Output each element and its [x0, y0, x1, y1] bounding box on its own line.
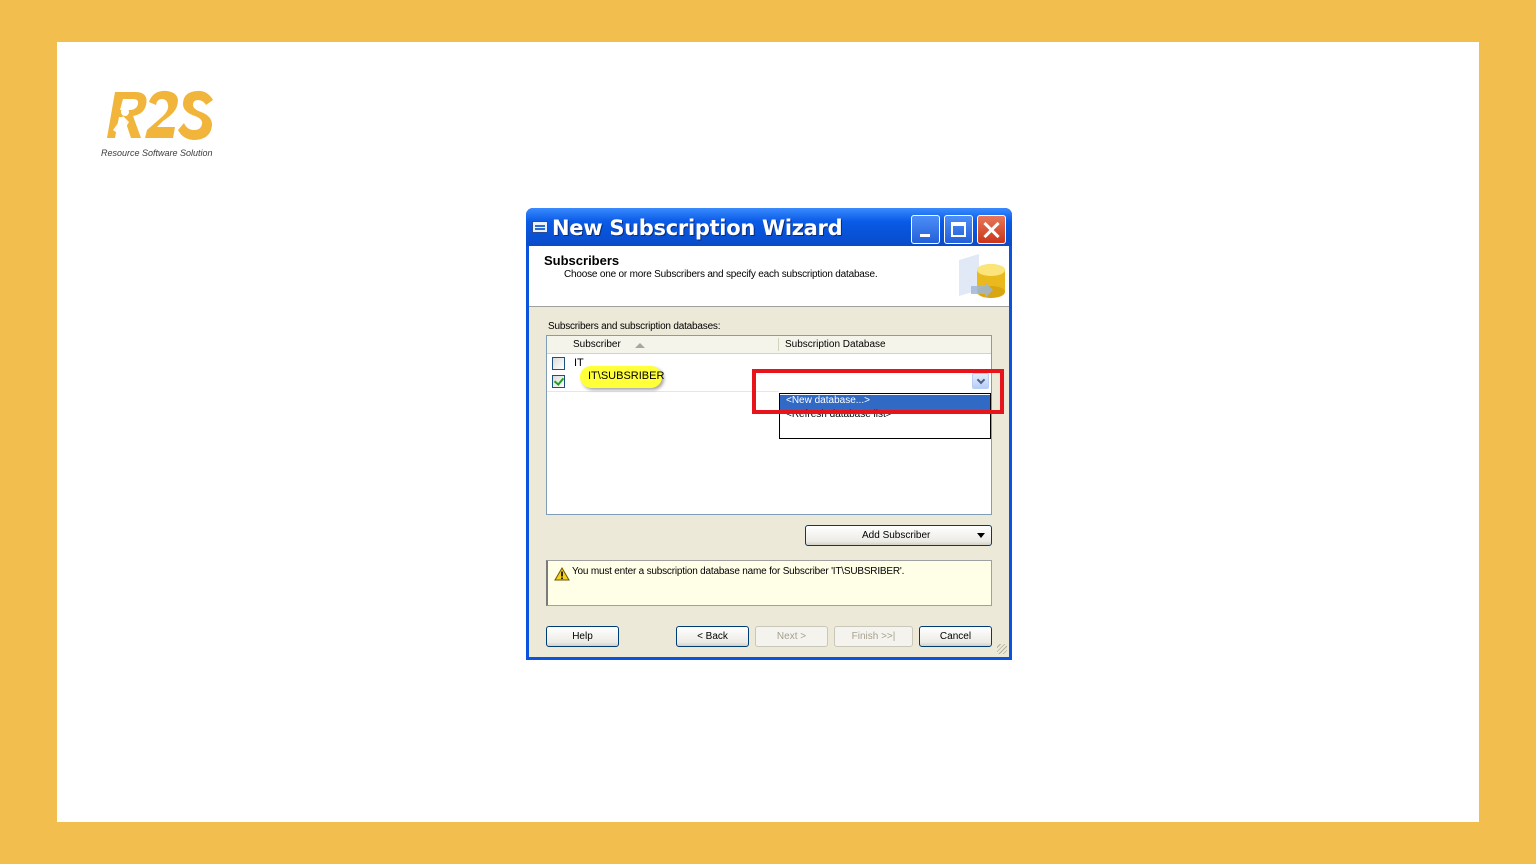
subscriber-name: IT\SUBSRIBER	[588, 370, 665, 382]
page-title: Subscribers	[544, 253, 620, 268]
subscribers-grid: Subscriber Subscription Database IT IT\S…	[546, 335, 992, 515]
cancel-button[interactable]: Cancel	[919, 626, 992, 647]
window-title: New Subscription Wizard	[552, 216, 843, 240]
add-subscriber-button[interactable]: Add Subscriber	[805, 525, 992, 546]
column-header-subscriber[interactable]: Subscriber	[573, 339, 621, 350]
page-subtitle: Choose one or more Subscribers and speci…	[564, 269, 878, 280]
maximize-button[interactable]	[944, 215, 973, 244]
wizard-client-area: Subscribers Choose one or more Subscribe…	[529, 246, 1009, 657]
resize-grip[interactable]	[997, 644, 1007, 654]
minimize-button[interactable]	[911, 215, 940, 244]
add-subscriber-label: Add Subscriber	[862, 530, 931, 541]
warning-message: You must enter a subscription database n…	[572, 566, 905, 577]
sort-ascending-icon	[635, 343, 645, 348]
red-annotation-box	[752, 369, 1004, 414]
database-header-icon	[953, 250, 1007, 306]
column-header-subscription-database[interactable]: Subscription Database	[785, 339, 886, 350]
app-window-icon	[532, 221, 548, 233]
title-bar[interactable]: New Subscription Wizard	[526, 208, 1012, 246]
warning-icon	[554, 567, 570, 581]
warning-message-box: You must enter a subscription database n…	[546, 560, 992, 606]
back-button[interactable]: < Back	[676, 626, 749, 647]
dropdown-arrow-icon	[977, 533, 985, 538]
wizard-window: New Subscription Wizard Subscribers Choo…	[526, 208, 1012, 660]
logo-caption: Resource Software Solution	[101, 148, 213, 158]
wizard-header: Subscribers Choose one or more Subscribe…	[529, 246, 1009, 307]
column-divider[interactable]	[778, 338, 779, 351]
subscriber-name: IT	[574, 357, 584, 369]
r2s-logo: Resource Software Solution	[101, 86, 221, 162]
subscriber-checkbox-checked[interactable]	[552, 375, 565, 388]
next-button[interactable]: Next >	[755, 626, 828, 647]
help-button[interactable]: Help	[546, 626, 619, 647]
finish-button[interactable]: Finish >>|	[834, 626, 913, 647]
grid-header: Subscriber Subscription Database	[547, 336, 991, 354]
subscribers-list-label: Subscribers and subscription databases:	[548, 321, 721, 332]
subscriber-checkbox[interactable]	[552, 357, 565, 370]
close-button[interactable]	[977, 215, 1006, 244]
r2s-logo-mark	[107, 90, 213, 140]
